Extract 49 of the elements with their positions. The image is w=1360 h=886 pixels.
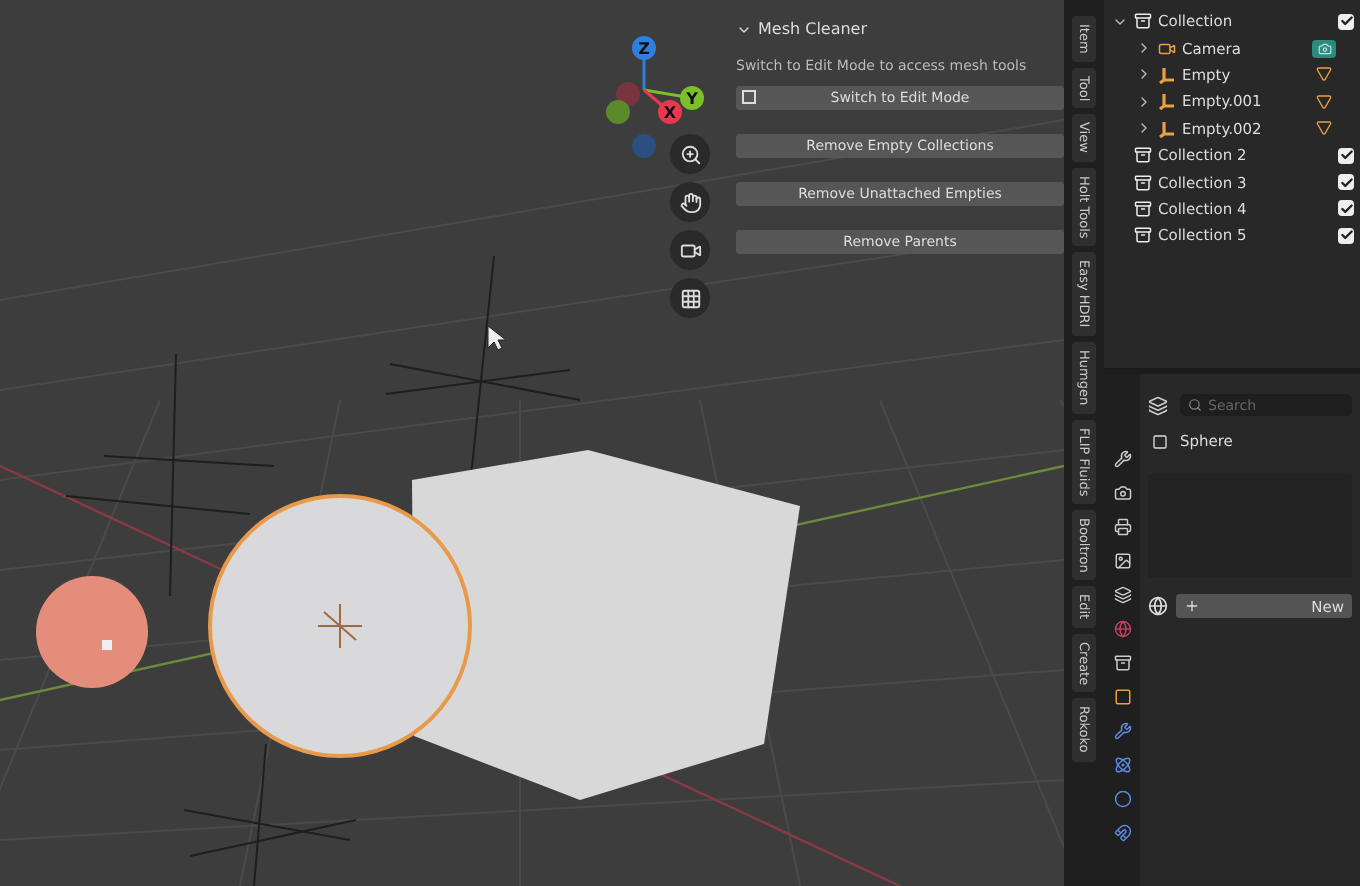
render-icon[interactable] bbox=[1113, 484, 1131, 502]
image-icon[interactable] bbox=[1113, 552, 1131, 570]
collection-icon[interactable] bbox=[1113, 654, 1131, 672]
empty-axes-icon bbox=[1158, 92, 1176, 111]
grid-view-button[interactable] bbox=[670, 278, 710, 318]
zoom-button[interactable] bbox=[670, 134, 710, 174]
empty-axes-icon bbox=[1158, 65, 1176, 84]
world-icon[interactable] bbox=[1113, 620, 1131, 638]
tool-icon[interactable] bbox=[1113, 450, 1131, 468]
collection-icon bbox=[1134, 173, 1152, 192]
search-icon bbox=[1188, 398, 1202, 412]
triangle-icon[interactable] bbox=[1312, 119, 1336, 138]
collection-icon bbox=[1134, 199, 1152, 218]
edit-mode-icon bbox=[742, 90, 756, 104]
plus-icon bbox=[1184, 598, 1200, 614]
expand-caret-icon[interactable] bbox=[1136, 120, 1152, 137]
wrench-icon[interactable] bbox=[1113, 722, 1131, 740]
expand-caret-icon[interactable] bbox=[1136, 66, 1152, 83]
collection-icon bbox=[1134, 226, 1152, 245]
visibility-checkbox[interactable] bbox=[1338, 147, 1354, 164]
triangle-icon[interactable] bbox=[1312, 92, 1336, 111]
collection-icon bbox=[1134, 146, 1152, 165]
printer-icon[interactable] bbox=[1113, 518, 1131, 536]
hand-icon bbox=[679, 191, 701, 213]
scene-icon[interactable] bbox=[1113, 586, 1131, 604]
collection-icon bbox=[1134, 12, 1152, 31]
camera-data-icon[interactable] bbox=[1312, 39, 1336, 58]
visibility-checkbox[interactable] bbox=[1338, 227, 1354, 244]
mouse-cursor-icon bbox=[487, 325, 507, 351]
particles-icon[interactable] bbox=[1113, 756, 1131, 774]
camera-icon bbox=[1158, 39, 1176, 58]
object-icon bbox=[1152, 433, 1168, 449]
expand-caret-icon[interactable] bbox=[1136, 40, 1152, 57]
visibility-checkbox[interactable] bbox=[1338, 200, 1354, 217]
visibility-checkbox[interactable] bbox=[1338, 13, 1354, 30]
triangle-icon[interactable] bbox=[1312, 65, 1336, 84]
object-origin-icon bbox=[317, 603, 363, 649]
material-sphere-icon[interactable] bbox=[1148, 596, 1168, 616]
object-icon[interactable] bbox=[1113, 688, 1131, 706]
camera-view-button[interactable] bbox=[670, 230, 710, 270]
panel-title[interactable]: Mesh Cleaner bbox=[758, 20, 868, 38]
zoom-icon bbox=[679, 143, 701, 165]
sphere bbox=[36, 576, 148, 688]
pan-hand-button[interactable] bbox=[670, 182, 710, 222]
visibility-checkbox[interactable] bbox=[1338, 174, 1354, 191]
grid-icon bbox=[679, 287, 701, 309]
empty-axes-icon bbox=[1158, 119, 1176, 138]
camera-icon bbox=[679, 239, 701, 261]
expand-caret-icon[interactable] bbox=[1136, 93, 1152, 110]
